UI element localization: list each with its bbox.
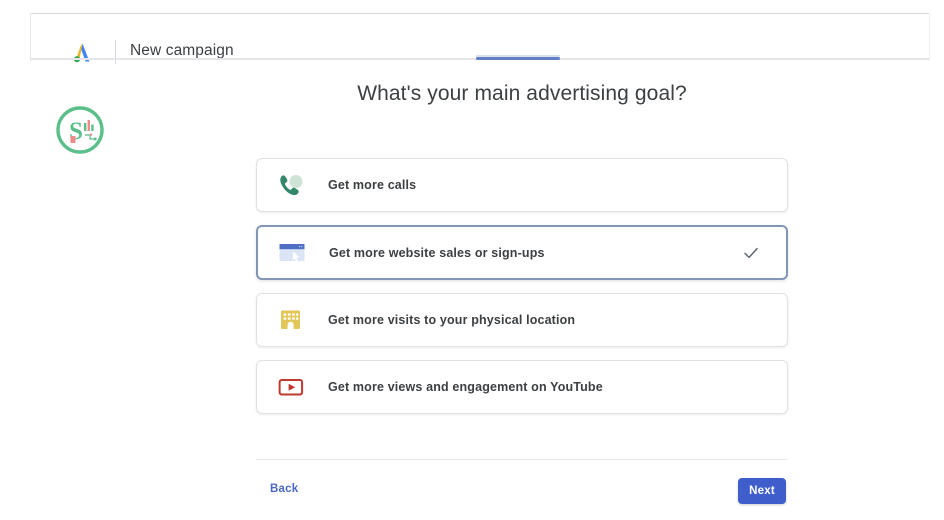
campaign-goal-page: New campaign S What's your main advertis… [0, 0, 944, 520]
s-analytics-circle-logo-icon: S [55, 105, 105, 155]
goal-option-get-more-visits-to-your-physical-location[interactable]: Get more visits to your physical locatio… [256, 293, 788, 347]
footer-divider [256, 459, 788, 460]
goal-option-get-more-views-and-engagement-on-youtube[interactable]: Get more views and engagement on YouTube [256, 360, 788, 414]
goal-option-label: Get more views and engagement on YouTube [328, 380, 603, 394]
browser-window-cursor-icon [278, 240, 306, 266]
phone-call-icon [277, 172, 305, 198]
page-frame-right-rule [929, 13, 930, 61]
page-title: What's your main advertising goal? [357, 82, 687, 105]
goal-option-get-more-calls[interactable]: Get more calls [256, 158, 788, 212]
header-divider [115, 40, 116, 64]
app-header: New campaign [31, 14, 929, 64]
goal-option-label: Get more calls [328, 178, 417, 192]
goal-options-list: Get more calls Get more website sales or… [256, 158, 788, 427]
back-button[interactable]: Back [270, 483, 298, 495]
youtube-play-icon [277, 374, 305, 400]
store-building-icon [277, 307, 305, 333]
progress-fill [476, 57, 560, 60]
goal-option-get-more-website-sales-or-sign-ups[interactable]: Get more website sales or sign-ups [256, 225, 788, 280]
checkmark-icon [743, 245, 759, 261]
google-ads-logo-icon [71, 42, 95, 64]
goal-option-label: Get more visits to your physical locatio… [328, 313, 576, 327]
goal-option-label: Get more website sales or sign-ups [329, 245, 545, 260]
next-button[interactable]: Next [738, 478, 786, 504]
